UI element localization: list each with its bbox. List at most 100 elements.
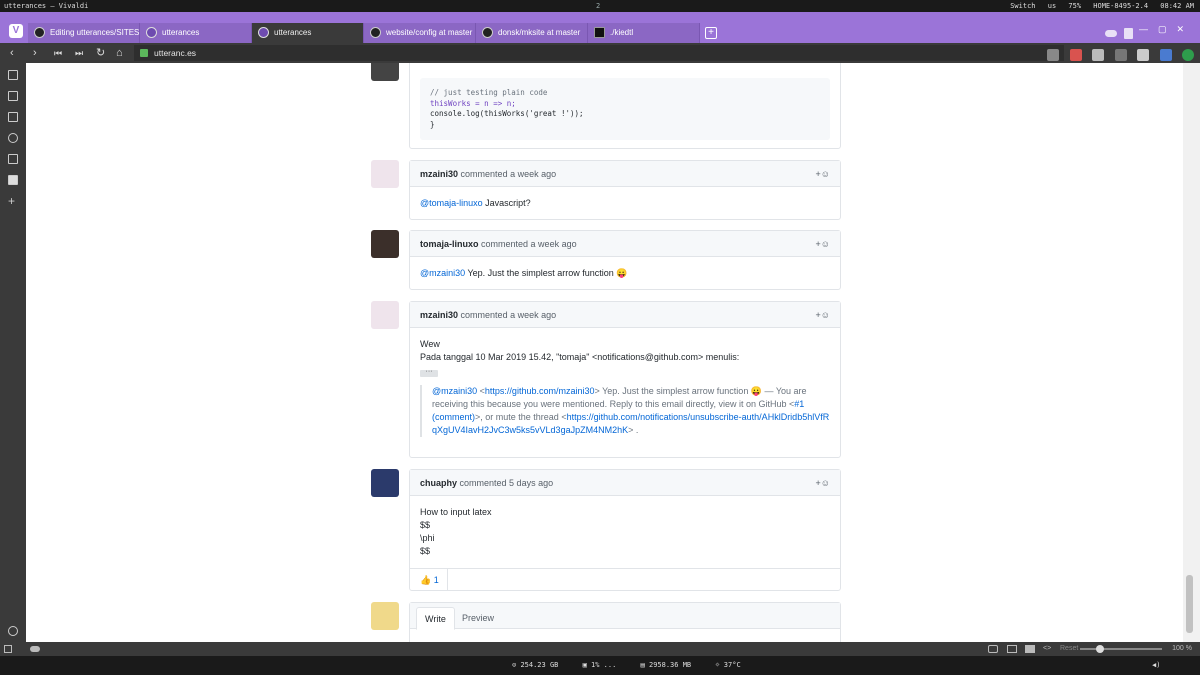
tab-kiedtl[interactable]: ./kiedtl (588, 23, 700, 43)
zoom-reset-button[interactable]: Reset (1060, 642, 1078, 656)
window-controls[interactable]: —▢✕ (1139, 24, 1194, 35)
image-icon[interactable] (1025, 645, 1035, 653)
translate-icon[interactable] (1159, 48, 1172, 61)
comment-header: tomaja-linuxo commented a week ago +☺ (410, 231, 840, 257)
scrollbar-thumb[interactable] (1186, 575, 1193, 633)
cloud-icon[interactable] (1105, 30, 1117, 37)
tab-utterances-active[interactable]: utterances (252, 23, 364, 43)
thumbs-up-reaction[interactable]: 👍 1 (420, 569, 448, 591)
volume-icon[interactable]: ◀) (1152, 656, 1160, 675)
new-comment-form: Write Preview (409, 602, 841, 642)
avatar[interactable] (371, 230, 399, 258)
zoom-slider[interactable] (1080, 648, 1162, 650)
system-bottom-bar: ⊙ 254.23 GB ▣ 1% ... ▤ 2958.36 MB ☼ 37°C… (0, 656, 1200, 675)
temperature: ☼ 37°C (715, 661, 741, 669)
mention-link[interactable]: @tomaja-linuxo (420, 198, 483, 208)
comment-body: @tomaja-linuxo Javascript? (410, 187, 840, 220)
code-line: } (430, 119, 435, 129)
utterances-icon (258, 27, 269, 38)
comment-author[interactable]: tomaja-linuxo (420, 239, 479, 249)
comment-author[interactable]: mzaini30 (420, 310, 458, 320)
url-field[interactable]: utteranc.es (134, 45, 1064, 61)
address-bar-icons (1041, 46, 1194, 61)
rewind-icon[interactable]: ⏮ (54, 45, 62, 61)
bookmark-icon[interactable] (1092, 48, 1105, 61)
bookmark-icon[interactable] (8, 70, 18, 80)
editor-tabs: Write Preview (410, 603, 840, 630)
quote-text: > . (628, 425, 639, 435)
cpu-usage: ▣ 1% ... (582, 661, 617, 669)
tab-editing-utterances[interactable]: Editing utterances/SITES (28, 23, 140, 43)
quote-text: >, or mute the thread < (475, 412, 567, 422)
zoom-slider-handle[interactable] (1096, 645, 1104, 653)
profile-link[interactable]: https://github.com/mzaini30 (485, 386, 595, 396)
tab-website-config[interactable]: website/config at master (364, 23, 476, 43)
camera-icon[interactable] (988, 645, 998, 653)
chevron-down-icon[interactable] (1114, 48, 1127, 61)
mention-link[interactable]: @mzaini30 (420, 268, 465, 278)
history-icon[interactable] (8, 133, 18, 143)
avatar[interactable] (1137, 48, 1150, 61)
panel-icon[interactable] (8, 175, 18, 185)
mention-link[interactable]: @mzaini30 (432, 386, 477, 396)
reader-icon[interactable] (1047, 48, 1060, 61)
address-bar: ‹ › ⏮ ⏭ ↻ ⌂ utteranc.es (0, 43, 1200, 63)
add-reaction-button[interactable]: +☺ (816, 470, 830, 496)
avatar[interactable] (371, 160, 399, 188)
code-icon[interactable]: <> (1043, 642, 1051, 656)
comment-author[interactable]: mzaini30 (420, 169, 458, 179)
back-icon[interactable]: ‹ (10, 45, 14, 61)
tiling-icon[interactable] (1007, 645, 1017, 653)
cloud-icon[interactable] (30, 646, 40, 652)
new-tab-button[interactable]: + (705, 27, 717, 39)
github-icon (482, 27, 493, 38)
home-icon[interactable]: ⌂ (116, 45, 123, 61)
extension-icon[interactable] (1069, 48, 1082, 61)
tray-keyboard[interactable]: us (1048, 2, 1056, 10)
utterances-icon (146, 27, 157, 38)
tab-utterances-1[interactable]: utterances (140, 23, 252, 43)
comment-text: $$ (420, 520, 431, 530)
comment-meta: commented a week ago (481, 239, 577, 249)
gear-icon[interactable] (8, 626, 18, 636)
avatar[interactable] (371, 469, 399, 497)
forward-icon[interactable]: › (33, 45, 37, 61)
github-icon (370, 27, 381, 38)
add-reaction-button[interactable]: +☺ (816, 231, 830, 257)
notes-icon[interactable] (8, 112, 18, 122)
avatar[interactable] (371, 63, 399, 81)
comment-card: tomaja-linuxo commented a week ago +☺ @m… (409, 230, 841, 290)
grammarly-icon[interactable] (1182, 48, 1194, 61)
panel-toggle-icon[interactable] (4, 645, 12, 653)
tab-write[interactable]: Write (416, 607, 455, 630)
add-reaction-button[interactable]: +☺ (816, 161, 830, 187)
tab-label: utterances (274, 28, 312, 37)
scrollbar[interactable] (1183, 63, 1200, 642)
comment-text: How to input latex (420, 507, 492, 517)
window-icon[interactable] (8, 154, 18, 164)
comment-card: mzaini30 commented a week ago +☺ Wew Pad… (409, 301, 841, 458)
comment-author[interactable]: chuaphy (420, 478, 457, 488)
github-icon (34, 27, 45, 38)
add-icon[interactable]: + (8, 195, 18, 207)
reactions-bar: 👍 1 (410, 568, 840, 591)
fast-forward-icon[interactable]: ⏭ (75, 45, 83, 61)
disk-value: 254.23 GB (520, 661, 559, 669)
vivaldi-logo-icon[interactable]: V (9, 24, 23, 38)
side-panel: + (0, 63, 26, 642)
tab-preview[interactable]: Preview (454, 607, 502, 630)
tab-label: Editing utterances/SITES (50, 28, 140, 37)
comment-body: Wew Pada tanggal 10 Mar 2019 15.42, "tom… (410, 328, 840, 447)
download-icon[interactable] (8, 91, 18, 101)
expand-quote-button[interactable]: ··· (420, 368, 438, 377)
workspace-indicator[interactable]: 2 (596, 0, 600, 12)
url-text: utteranc.es (154, 48, 197, 58)
tray-switch[interactable]: Switch (1010, 2, 1035, 10)
avatar[interactable] (371, 301, 399, 329)
trash-icon[interactable] (1124, 28, 1133, 39)
comment-card: chuaphy commented 5 days ago +☺ How to i… (409, 469, 841, 591)
tab-donsk-mksite[interactable]: donsk/mksite at master (476, 23, 588, 43)
add-reaction-button[interactable]: +☺ (816, 302, 830, 328)
tab-label: ./kiedtl (610, 28, 634, 37)
reload-icon[interactable]: ↻ (96, 45, 105, 61)
